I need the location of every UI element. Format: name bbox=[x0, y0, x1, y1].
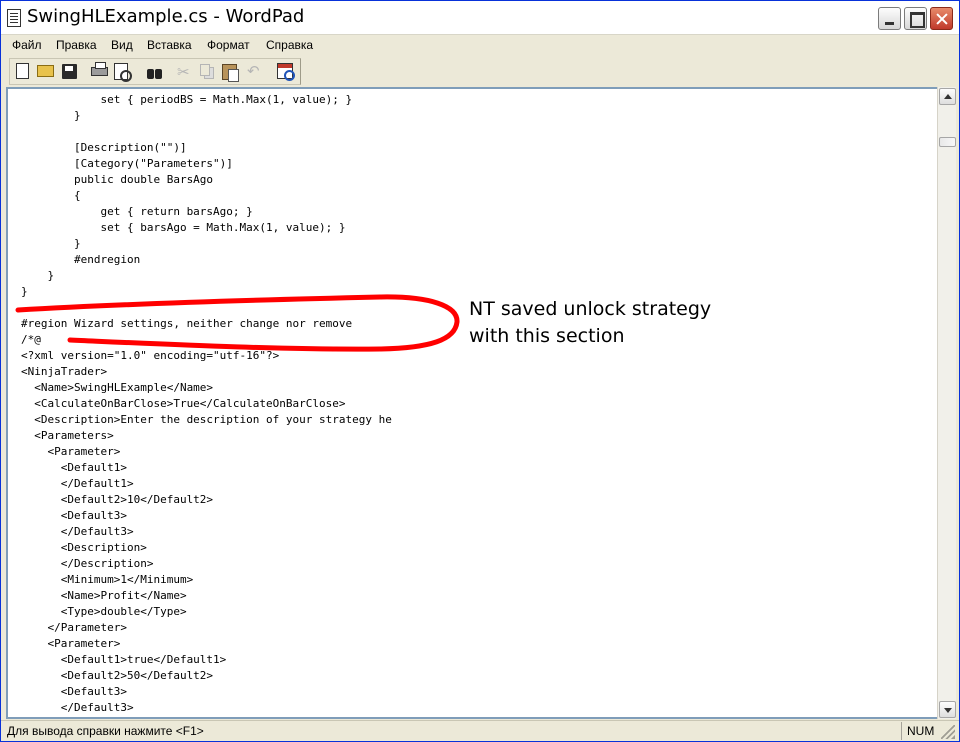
annotation-line-2: with this section bbox=[469, 325, 625, 347]
code-line: </Parameter> bbox=[21, 621, 127, 634]
menu-help[interactable]: Справка bbox=[266, 38, 313, 52]
status-bar: Для вывода справки нажмите <F1> NUM bbox=[1, 720, 959, 741]
status-help-text: Для вывода справки нажмите <F1> bbox=[7, 724, 204, 738]
resize-grip-icon[interactable] bbox=[941, 725, 955, 739]
code-line: } bbox=[21, 285, 28, 298]
close-button[interactable] bbox=[930, 7, 953, 30]
new-document-icon[interactable] bbox=[16, 63, 29, 79]
code-line: [Category("Parameters")] bbox=[21, 157, 233, 170]
document-content[interactable]: set { periodBS = Math.Max(1, value); } }… bbox=[21, 92, 392, 716]
print-icon[interactable] bbox=[91, 62, 108, 76]
code-line: set { periodBS = Math.Max(1, value); } bbox=[21, 93, 353, 106]
code-line: </Default3> bbox=[21, 701, 134, 714]
undo-icon[interactable]: ↶ bbox=[247, 62, 265, 80]
code-line: <Minimum>1</Minimum> bbox=[21, 573, 194, 586]
code-line: } bbox=[21, 237, 81, 250]
menu-insert[interactable]: Вставка bbox=[147, 38, 192, 52]
num-lock-indicator: NUM bbox=[901, 722, 937, 740]
code-line: <Default3> bbox=[21, 509, 127, 522]
code-line: } bbox=[21, 109, 81, 122]
menu-edit[interactable]: Правка bbox=[56, 38, 97, 52]
code-line: <CalculateOnBarClose>True</CalculateOnBa… bbox=[21, 397, 346, 410]
scroll-down-arrow-icon[interactable] bbox=[939, 701, 956, 718]
paste-icon[interactable] bbox=[222, 64, 239, 82]
wordpad-window: SwingHLExample.cs - WordPad Файл Правка … bbox=[0, 0, 960, 742]
window-title: SwingHLExample.cs - WordPad bbox=[27, 6, 305, 27]
minimize-button[interactable] bbox=[878, 7, 901, 30]
menu-bar: Файл Правка Вид Вставка Формат Справка bbox=[1, 35, 959, 57]
code-line: <Default1> bbox=[21, 461, 127, 474]
menu-view[interactable]: Вид bbox=[111, 38, 133, 52]
code-line: } bbox=[21, 269, 55, 282]
code-line: /*@ bbox=[21, 333, 41, 346]
code-line: <NinjaTrader> bbox=[21, 365, 108, 378]
code-line: public double BarsAgo bbox=[21, 173, 214, 186]
copy-icon[interactable] bbox=[200, 64, 210, 76]
print-preview-icon[interactable] bbox=[114, 63, 132, 82]
code-line: </Description> bbox=[21, 557, 154, 570]
menu-file[interactable]: Файл bbox=[12, 38, 42, 52]
code-line: <Name>SwingHLExample</Name> bbox=[21, 381, 214, 394]
open-folder-icon[interactable] bbox=[37, 65, 54, 77]
code-line: </Default1> bbox=[21, 477, 134, 490]
code-line: <Parameters> bbox=[21, 429, 114, 442]
cut-icon[interactable]: ✂ bbox=[177, 63, 195, 81]
toolbar: ✂ ↶ bbox=[9, 58, 301, 85]
maximize-button[interactable] bbox=[904, 7, 927, 30]
code-line: <Parameter> bbox=[21, 637, 121, 650]
code-line: </Default3> bbox=[21, 525, 134, 538]
code-line: { bbox=[21, 189, 81, 202]
code-line: [Description("")] bbox=[21, 141, 187, 154]
wordpad-document-icon[interactable] bbox=[7, 9, 21, 27]
annotation-line-1: NT saved unlock strategy bbox=[469, 298, 712, 320]
code-line: <Default1>true</Default1> bbox=[21, 653, 227, 666]
annotation-callout: NT saved unlock strategy with this secti… bbox=[469, 296, 711, 350]
code-line: set { barsAgo = Math.Max(1, value); } bbox=[21, 221, 346, 234]
title-bar[interactable]: SwingHLExample.cs - WordPad bbox=[1, 1, 959, 35]
menu-format[interactable]: Формат bbox=[207, 38, 250, 52]
code-line: <Description> bbox=[21, 541, 147, 554]
code-line: <Type>double</Type> bbox=[21, 605, 187, 618]
code-line: <Default2>50</Default2> bbox=[21, 669, 214, 682]
scrollbar-thumb[interactable] bbox=[939, 137, 956, 147]
code-line: #endregion bbox=[21, 253, 141, 266]
code-line: #region Wizard settings, neither change … bbox=[21, 317, 353, 330]
insert-date-time-icon[interactable] bbox=[277, 63, 295, 81]
code-line: get { return barsAgo; } bbox=[21, 205, 253, 218]
code-line: <?xml version="1.0" encoding="utf-16"?> bbox=[21, 349, 280, 362]
document-text-area[interactable]: set { periodBS = Math.Max(1, value); } }… bbox=[6, 87, 955, 719]
code-line: <Name>Profit</Name> bbox=[21, 589, 187, 602]
code-line: <Parameter> bbox=[21, 445, 121, 458]
code-line: <Default3> bbox=[21, 685, 127, 698]
code-line: <Description>Enter the description of yo… bbox=[21, 413, 392, 426]
code-line: <Default2>10</Default2> bbox=[21, 493, 214, 506]
find-icon[interactable] bbox=[146, 64, 164, 80]
vertical-scrollbar[interactable] bbox=[937, 87, 956, 719]
save-icon[interactable] bbox=[62, 64, 77, 79]
scroll-up-arrow-icon[interactable] bbox=[939, 88, 956, 105]
